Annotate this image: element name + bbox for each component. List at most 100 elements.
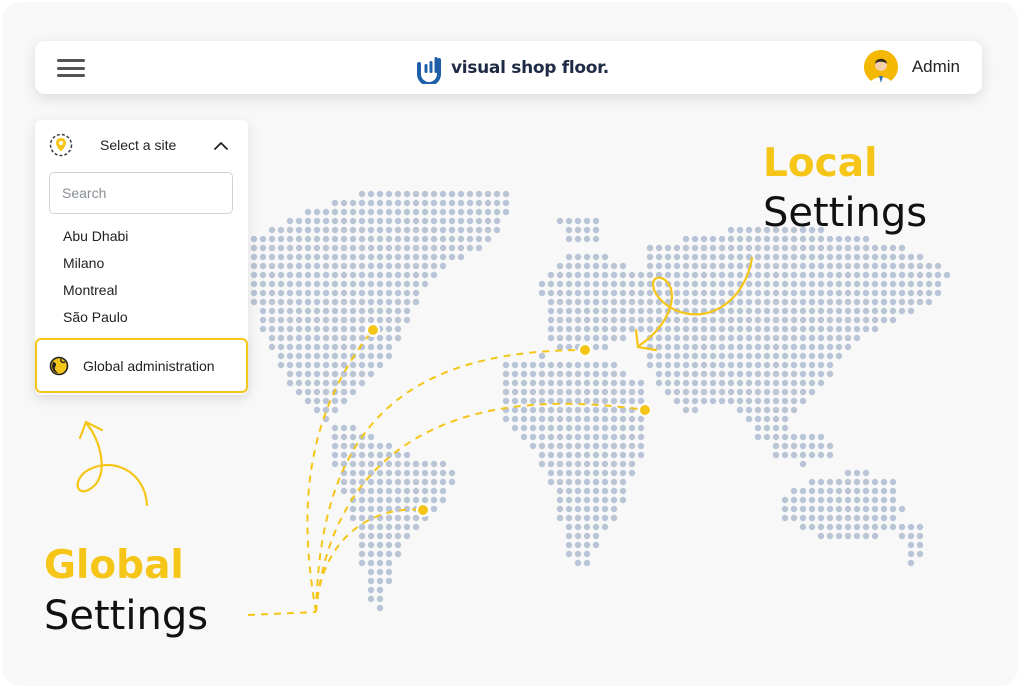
map-dot xyxy=(799,397,807,405)
map-dot xyxy=(403,280,411,288)
map-dot xyxy=(808,370,816,378)
map-dot xyxy=(700,334,708,342)
map-dot xyxy=(295,334,303,342)
map-dot xyxy=(331,460,339,468)
user-menu[interactable]: Admin xyxy=(863,50,960,84)
map-dot xyxy=(349,379,357,387)
map-dot xyxy=(646,298,654,306)
map-dot xyxy=(394,217,402,225)
map-dot xyxy=(583,388,591,396)
map-dot xyxy=(331,262,339,270)
map-dot xyxy=(682,325,690,333)
map-dot xyxy=(682,379,690,387)
map-dot xyxy=(322,289,330,297)
map-dot xyxy=(340,217,348,225)
map-dot xyxy=(889,496,897,504)
map-dot xyxy=(358,253,366,261)
map-dot xyxy=(367,496,375,504)
site-list-item[interactable]: Milano xyxy=(63,255,128,282)
map-dot xyxy=(763,433,771,441)
map-dot xyxy=(826,352,834,360)
map-dot xyxy=(601,451,609,459)
map-dot xyxy=(754,406,762,414)
map-dot xyxy=(277,307,285,315)
map-dot xyxy=(718,271,726,279)
top-bar: visual shop floor. Admin xyxy=(35,41,982,94)
map-dot xyxy=(709,253,717,261)
map-dot xyxy=(745,289,753,297)
map-dot xyxy=(889,478,897,486)
map-dot xyxy=(799,334,807,342)
map-dot xyxy=(898,280,906,288)
map-dot xyxy=(808,343,816,351)
map-dot xyxy=(871,262,879,270)
hamburger-icon[interactable] xyxy=(57,59,85,77)
map-dot xyxy=(565,451,573,459)
map-dot xyxy=(673,343,681,351)
map-dot xyxy=(745,280,753,288)
map-dot xyxy=(430,235,438,243)
map-dot xyxy=(259,271,267,279)
map-dot xyxy=(772,280,780,288)
map-dot xyxy=(313,316,321,324)
chevron-up-icon[interactable] xyxy=(213,138,229,154)
map-dot xyxy=(880,244,888,252)
map-dot xyxy=(799,325,807,333)
map-dot xyxy=(394,208,402,216)
map-dot xyxy=(268,298,276,306)
map-dot xyxy=(538,352,546,360)
map-dot xyxy=(304,352,312,360)
map-dot xyxy=(358,451,366,459)
map-dot xyxy=(412,190,420,198)
site-search-input[interactable] xyxy=(49,172,233,214)
map-dot xyxy=(331,433,339,441)
map-dot xyxy=(871,478,879,486)
map-dot xyxy=(601,424,609,432)
map-dot xyxy=(259,235,267,243)
map-dot xyxy=(871,496,879,504)
map-dot xyxy=(646,325,654,333)
map-dot xyxy=(394,289,402,297)
map-dot xyxy=(808,505,816,513)
map-dot xyxy=(781,415,789,423)
map-dot xyxy=(385,352,393,360)
map-dot xyxy=(601,469,609,477)
map-dot xyxy=(583,541,591,549)
map-dot xyxy=(583,496,591,504)
map-dot xyxy=(277,316,285,324)
map-dot xyxy=(691,253,699,261)
global-administration-button[interactable]: Global administration xyxy=(35,338,248,393)
map-dot xyxy=(916,298,924,306)
map-dot xyxy=(655,307,663,315)
map-dot xyxy=(718,397,726,405)
map-dot xyxy=(853,496,861,504)
map-dot xyxy=(313,280,321,288)
map-dot xyxy=(754,424,762,432)
map-dot xyxy=(439,460,447,468)
map-dot xyxy=(709,298,717,306)
site-list-item[interactable]: Abu Dhabi xyxy=(63,228,128,255)
site-selector-toggle[interactable]: Select a site xyxy=(35,120,248,170)
map-dot xyxy=(277,298,285,306)
map-dot xyxy=(394,487,402,495)
map-dot xyxy=(592,397,600,405)
map-dot xyxy=(439,208,447,216)
map-dot xyxy=(862,505,870,513)
map-dot xyxy=(538,397,546,405)
map-dot xyxy=(700,316,708,324)
map-dot xyxy=(457,253,465,261)
site-list-item[interactable]: Montreal xyxy=(63,282,128,309)
map-dot xyxy=(610,505,618,513)
map-dot xyxy=(628,469,636,477)
map-dot xyxy=(907,298,915,306)
map-dot xyxy=(556,496,564,504)
map-dot xyxy=(295,280,303,288)
map-dot xyxy=(592,226,600,234)
site-list-item[interactable]: São Paulo xyxy=(63,309,128,336)
map-dot xyxy=(682,280,690,288)
map-dot xyxy=(547,271,555,279)
map-dot xyxy=(313,244,321,252)
map-dot xyxy=(790,487,798,495)
map-dot xyxy=(574,388,582,396)
map-dot xyxy=(628,316,636,324)
